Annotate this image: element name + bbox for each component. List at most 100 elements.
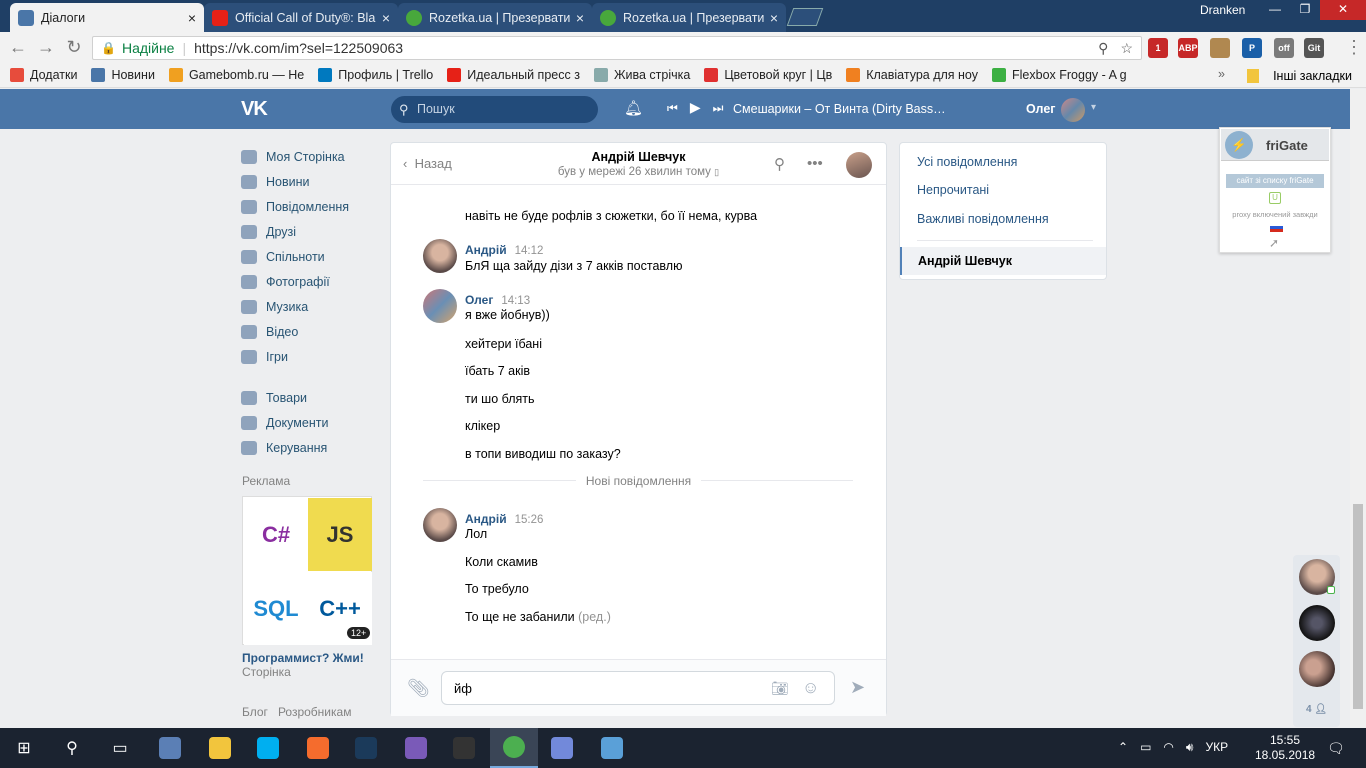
chrome-app[interactable] — [490, 728, 538, 768]
menu-item[interactable]: Фотографії — [241, 269, 381, 294]
menu-icon[interactable]: ⋮ — [1344, 38, 1364, 58]
skype-app[interactable] — [244, 728, 292, 768]
more-bookmarks-icon[interactable]: » — [1218, 67, 1225, 81]
frigate-header[interactable]: ⚡ friGate — [1221, 129, 1329, 161]
adblock-icon[interactable]: 1 — [1148, 38, 1168, 58]
forward-icon[interactable]: → — [36, 38, 56, 58]
menu-item[interactable]: Друзі — [241, 219, 381, 244]
address-bar[interactable]: 🔒 Надійне | https://vk.com/im?sel=122509… — [92, 36, 1142, 60]
menu-item[interactable]: Новини — [241, 169, 381, 194]
chevron-up-icon[interactable]: ⌃ — [1118, 740, 1128, 755]
arrow-up-icon[interactable]: ➚ — [1269, 236, 1279, 250]
close-icon[interactable]: × — [576, 10, 584, 26]
menu-item[interactable]: Товари — [241, 385, 381, 410]
scrollbar-thumb[interactable] — [1353, 504, 1363, 709]
bookmark-item[interactable]: Цветовой круг | Цв — [704, 68, 832, 82]
search-icon[interactable]: ⚲ — [774, 155, 785, 173]
camera-icon[interactable]: 📷︎ — [771, 680, 789, 697]
tab-rozetka-1[interactable]: Rozetka.ua | Презервати × — [398, 3, 592, 32]
p-icon[interactable]: P — [1242, 38, 1262, 58]
wifi-icon[interactable]: ◠ — [1163, 740, 1173, 755]
battery-icon[interactable]: ▭ — [1140, 740, 1151, 755]
new-tab-button[interactable] — [786, 8, 824, 26]
bubble-avatar[interactable] — [1299, 605, 1335, 641]
menu-item[interactable]: Ігри — [241, 344, 381, 369]
bookmark-item[interactable]: Gamebomb.ru — Не — [168, 68, 304, 82]
minimize-button[interactable]: — — [1260, 0, 1290, 20]
bookmark-item[interactable]: Профиль | Trello — [318, 68, 433, 82]
restore-button[interactable]: ❐ — [1290, 0, 1320, 20]
bookmark-item[interactable]: Жива стрічка — [593, 68, 690, 82]
next-track-icon[interactable]: ⏭︎ — [713, 101, 724, 116]
footer-link-blog[interactable]: Блог — [242, 705, 268, 719]
abp-icon[interactable]: ABP — [1178, 38, 1198, 58]
power-icon[interactable]: U — [1269, 192, 1281, 204]
current-track[interactable]: Смешарики – От Винта (Dirty Bass… — [733, 102, 953, 116]
language-indicator[interactable]: УКР — [1205, 740, 1228, 755]
face-icon[interactable] — [1210, 38, 1230, 58]
russia-flag-icon[interactable] — [1270, 223, 1283, 232]
close-icon[interactable]: × — [188, 10, 196, 26]
search-input[interactable]: ⚲ Пошук — [391, 96, 598, 123]
bookmark-item[interactable]: Додатки — [10, 68, 77, 82]
more-icon[interactable]: ••• — [807, 155, 823, 172]
bookmark-item[interactable]: Клавіатура для ноу — [846, 68, 978, 82]
close-icon[interactable]: × — [770, 10, 778, 26]
avatar[interactable] — [423, 508, 457, 542]
volume-icon[interactable]: 🔊︎ — [1186, 740, 1194, 755]
message-author[interactable]: Олег 14:13 — [465, 293, 530, 307]
start-app[interactable]: ⊞ — [0, 728, 48, 768]
bookmark-item[interactable]: Новини — [91, 68, 155, 82]
page-scrollbar[interactable] — [1350, 89, 1366, 728]
back-icon[interactable]: ← — [8, 38, 28, 58]
frigate-site-button[interactable]: сайт зі списку friGate — [1226, 174, 1324, 188]
menu-item[interactable]: Керування — [241, 435, 381, 460]
intellij-app[interactable] — [440, 728, 488, 768]
origin-app[interactable] — [294, 728, 342, 768]
gear-ext-icon[interactable]: off — [1274, 38, 1294, 58]
bookmark-item[interactable]: Идеальный пресс з — [447, 68, 580, 82]
menu-item[interactable]: Повідомлення — [241, 194, 381, 219]
close-icon[interactable]: × — [382, 10, 390, 26]
zoom-icon[interactable]: ⚲ — [1098, 40, 1108, 57]
paperclip-icon[interactable]: 📎︎ — [407, 678, 430, 699]
notifications-icon[interactable]: 🗨︎ — [1327, 740, 1345, 757]
tab-rozetka-2[interactable]: Rozetka.ua | Презервати × — [592, 3, 786, 32]
bookmark-item[interactable]: Flexbox Froggy - A g — [992, 68, 1127, 82]
tab-call-of-duty[interactable]: Official Call of Duty®: Bla × — [204, 3, 398, 32]
bubble-avatar[interactable] — [1299, 651, 1335, 687]
avatar[interactable] — [423, 289, 457, 323]
ad-title[interactable]: Программист? Жми! — [242, 651, 364, 665]
menu-item[interactable]: Відео — [241, 319, 381, 344]
avatar[interactable] — [1061, 98, 1085, 122]
other-bookmarks[interactable]: Інші закладки — [1247, 69, 1352, 83]
avatar[interactable] — [423, 239, 457, 273]
tab-dialogs[interactable]: Діалоги × — [10, 3, 204, 32]
clock[interactable]: 15:55 18.05.2018 — [1255, 733, 1315, 763]
filter-unread[interactable]: Непрочитані — [917, 183, 989, 197]
active-dialog[interactable]: Андрій Шевчук — [900, 247, 1106, 275]
reload-icon[interactable]: ↻ — [64, 38, 84, 58]
filter-all[interactable]: Усі повідомлення — [917, 155, 1017, 169]
search-app[interactable]: ⚲ — [48, 728, 96, 768]
ad-image[interactable]: C# JS SQL C++ 12+ — [242, 496, 372, 645]
taskview-app[interactable]: ▭ — [96, 728, 144, 768]
previous-track-icon[interactable]: ⏮︎ — [667, 101, 678, 116]
footer-link-developers[interactable]: Розробникам — [278, 705, 352, 719]
chat-avatar[interactable] — [846, 152, 872, 178]
bubble-count[interactable]: 4 👤︎ — [1293, 704, 1340, 715]
menu-item[interactable]: Спільноти — [241, 244, 381, 269]
header-username[interactable]: Олег — [1026, 102, 1056, 116]
emoji-icon[interactable]: ☺ — [802, 678, 819, 698]
app2-app[interactable] — [392, 728, 440, 768]
message-author[interactable]: Андрій 14:12 — [465, 243, 543, 257]
menu-item[interactable]: Музика — [241, 294, 381, 319]
filter-important[interactable]: Важливі повідомлення — [917, 212, 1049, 226]
menu-item[interactable]: Документи — [241, 410, 381, 435]
app3-app[interactable] — [588, 728, 636, 768]
send-icon[interactable]: ➤ — [850, 677, 865, 698]
notifications-bell-icon[interactable]: 🔔︎ — [624, 99, 643, 117]
chevron-down-icon[interactable]: ▾ — [1091, 102, 1096, 113]
app-app[interactable] — [146, 728, 194, 768]
discord-app[interactable] — [538, 728, 586, 768]
